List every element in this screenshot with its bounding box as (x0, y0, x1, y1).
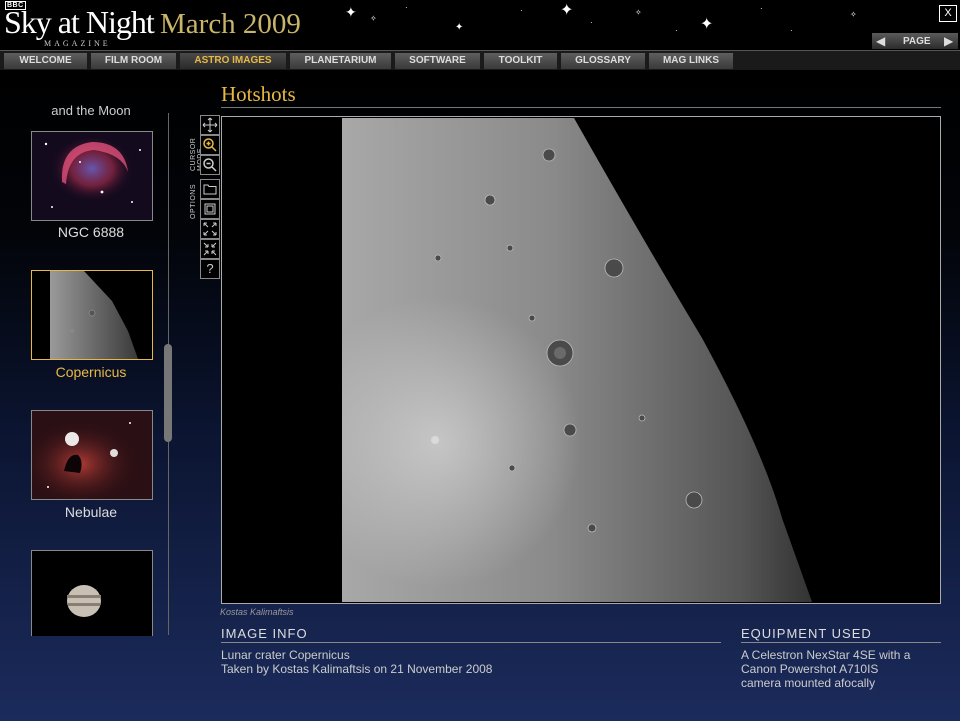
prev-page-arrow-icon[interactable]: ◀ (876, 34, 885, 48)
scrollbar-thumb[interactable] (164, 344, 172, 442)
star-decoration: · (790, 26, 793, 35)
star-decoration: ✦ (560, 2, 574, 19)
thumbnail-label-copernicus[interactable]: Copernicus (30, 364, 152, 380)
page-label: PAGE (903, 36, 931, 47)
thumbnail-nebulae[interactable] (31, 410, 153, 500)
masthead: ✦ ✧ · ✦ · ✦ · ✧ · ✦ · · ✧ BBC Sky at Nig… (0, 0, 960, 50)
zoom-in-icon[interactable] (200, 135, 220, 155)
zoom-out-icon[interactable] (200, 155, 220, 175)
image-info-title: IMAGE INFO (221, 626, 308, 641)
photo-credit: Kostas Kalimaftsis (220, 607, 294, 617)
equipment-body: A Celestron NexStar 4SE with a Canon Pow… (741, 648, 910, 690)
tab-welcome[interactable]: WELCOME (4, 53, 87, 69)
star-decoration: ✧ (635, 8, 642, 17)
issue-date: March 2009 (160, 8, 301, 40)
next-page-arrow-icon[interactable]: ▶ (944, 34, 953, 48)
title-divider (221, 107, 941, 108)
tab-toolkit[interactable]: TOOLKIT (484, 53, 557, 69)
jupiter-image (32, 551, 152, 636)
page-navigator: ◀ PAGE ▶ (872, 33, 958, 49)
expand-icon[interactable] (200, 219, 220, 239)
thumbnail-copernicus[interactable] (31, 270, 153, 360)
move-icon[interactable] (200, 115, 220, 135)
nebula-crescent-image (32, 132, 152, 220)
star-decoration: ✧ (370, 14, 377, 23)
star-decoration: · (590, 18, 593, 27)
horsehead-nebula-image (32, 411, 152, 499)
open-folder-icon[interactable] (200, 179, 220, 199)
cursor-mode-label: CURSOR MODE (190, 137, 204, 171)
star-decoration: ✧ (850, 10, 857, 19)
equipment-line: Canon Powershot A710IS (741, 662, 879, 676)
star-decoration: · (760, 4, 763, 13)
options-label: OPTIONS (190, 183, 197, 219)
content-area: and the Moon NGC 6888 Copernicus Nebulae… (0, 70, 960, 721)
tab-glossary[interactable]: GLOSSARY (561, 53, 645, 69)
magazine-label: MAGAZINE (44, 39, 111, 48)
star-decoration: ✦ (345, 4, 357, 20)
image-info-line: Taken by Kostas Kalimaftsis on 21 Novemb… (221, 662, 493, 676)
image-viewer[interactable] (221, 116, 941, 604)
tab-planetarium[interactable]: PLANETARIUM (290, 53, 391, 69)
image-info-divider (221, 642, 721, 643)
tab-software[interactable]: SOFTWARE (395, 53, 480, 69)
star-decoration: ✦ (455, 22, 464, 33)
close-button[interactable]: X (939, 5, 957, 22)
equipment-title: EQUIPMENT USED (741, 626, 872, 641)
tab-mag-links[interactable]: MAG LINKS (649, 53, 733, 69)
thumbnail-label-ngc-6888[interactable]: NGC 6888 (30, 224, 152, 240)
image-info-body: Lunar crater Copernicus Taken by Kostas … (221, 648, 492, 676)
equipment-divider (741, 642, 941, 643)
tab-film-room[interactable]: FILM ROOM (91, 53, 176, 69)
image-info-line: Lunar crater Copernicus (221, 648, 350, 662)
star-decoration: · (675, 26, 678, 35)
help-icon[interactable]: ? (200, 259, 220, 279)
equipment-line: A Celestron NexStar 4SE with a (741, 648, 911, 662)
frame-icon[interactable] (200, 199, 220, 219)
thumbnail-list[interactable]: and the Moon NGC 6888 Copernicus Nebulae (30, 70, 160, 636)
brand-title: Sky at Night (4, 4, 155, 40)
clipped-caption: and the Moon (51, 103, 131, 118)
copernicus-moon-image[interactable] (342, 118, 820, 602)
thumbnail-jupiter[interactable] (31, 550, 153, 636)
moon-thumbnail-image (32, 271, 152, 359)
main-nav: WELCOME FILM ROOM ASTRO IMAGES PLANETARI… (0, 50, 960, 71)
thumbnail-label-nebulae[interactable]: Nebulae (30, 504, 152, 520)
tab-astro-images[interactable]: ASTRO IMAGES (180, 53, 286, 69)
star-decoration: ✦ (700, 16, 714, 33)
star-decoration: · (520, 6, 523, 15)
contract-icon[interactable] (200, 239, 220, 259)
image-tools: CURSOR MODE OPTIONS ? (190, 115, 220, 281)
star-decoration: · (405, 3, 408, 12)
section-title: Hotshots (221, 82, 296, 106)
thumbnail-ngc-6888[interactable] (31, 131, 153, 221)
equipment-line: camera mounted afocally (741, 676, 876, 690)
